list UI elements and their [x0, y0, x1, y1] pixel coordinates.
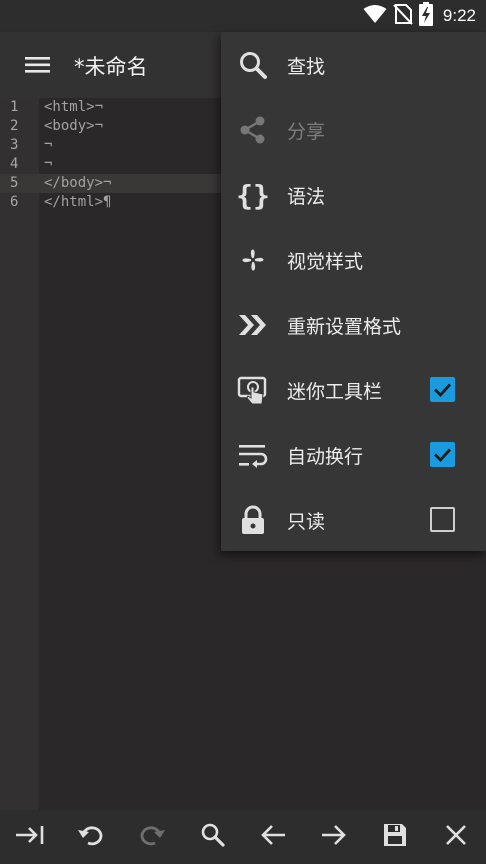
no-sim-icon: [393, 3, 413, 29]
status-time: 9:22: [442, 6, 476, 25]
menu-item-syntax[interactable]: {} 语法: [221, 162, 486, 227]
line-number: 3: [10, 137, 19, 153]
pinwheel-icon: [237, 244, 269, 276]
menu-item-label: 迷你工具栏: [287, 381, 383, 403]
redo-button[interactable]: [122, 810, 183, 864]
status-bar: 9:22: [0, 0, 486, 32]
svg-text:{}: {}: [237, 179, 269, 211]
search-button[interactable]: [182, 810, 243, 864]
share-icon: [237, 114, 269, 146]
arrow-right-icon: [320, 822, 348, 852]
tab-icon: [14, 822, 46, 852]
menu-item-visual-style[interactable]: 视觉样式: [221, 227, 486, 292]
code-text: <body>¬: [44, 118, 104, 134]
search-icon: [200, 822, 226, 852]
code-text: ¬: [44, 137, 53, 153]
menu-item-share: 分享: [221, 97, 486, 162]
wrap-text-icon: [237, 439, 269, 471]
save-button[interactable]: [365, 810, 426, 864]
line-number: 4: [10, 156, 19, 172]
menu-item-label: 自动换行: [287, 446, 364, 468]
line-number: 2: [10, 118, 19, 134]
word-wrap-checkbox[interactable]: [430, 442, 455, 467]
bottom-toolbar: [0, 810, 486, 864]
menu-item-label: 查找: [287, 56, 326, 78]
status-icons: 9:22: [363, 2, 476, 30]
next-button[interactable]: [304, 810, 365, 864]
undo-icon: [76, 822, 106, 852]
menu-item-mini-toolbar[interactable]: 迷你工具栏: [221, 357, 486, 422]
close-button[interactable]: [425, 810, 486, 864]
braces-icon: {}: [236, 179, 270, 212]
menu-item-label: 语法: [287, 186, 326, 208]
line-number: 5: [10, 175, 19, 191]
double-chevron-icon: [237, 309, 269, 341]
search-icon: [237, 49, 269, 81]
lock-icon: [237, 504, 269, 536]
document-title: *未命名: [74, 55, 148, 79]
undo-button[interactable]: [61, 810, 122, 864]
line-number: 6: [10, 194, 19, 210]
menu-item-label: 视觉样式: [287, 251, 364, 273]
overflow-menu: 查找 分享 {} 语法 视觉样式 重新设置格式 迷你工具栏 自动换行 只读: [221, 32, 486, 551]
menu-item-label: 重新设置格式: [287, 316, 402, 338]
code-text: </body>¬: [44, 175, 112, 191]
close-icon: [444, 823, 468, 851]
menu-item-label: 只读: [287, 511, 326, 533]
redo-icon: [137, 822, 167, 852]
menu-item-label: 分享: [287, 121, 326, 143]
tab-button[interactable]: [0, 810, 61, 864]
code-text: <html>¬: [44, 99, 104, 115]
touch-screen-icon: [237, 374, 269, 406]
code-text: </html>¶: [44, 194, 112, 210]
battery-charging-icon: [418, 2, 433, 30]
code-text: ¬: [44, 156, 53, 172]
menu-item-read-only[interactable]: 只读: [221, 487, 486, 552]
hamburger-icon[interactable]: [18, 50, 58, 80]
wifi-icon: [363, 4, 387, 28]
menu-item-reformat[interactable]: 重新设置格式: [221, 292, 486, 357]
menu-item-find[interactable]: 查找: [221, 32, 486, 97]
read-only-checkbox[interactable]: [430, 507, 455, 532]
line-number: 1: [10, 99, 19, 115]
mini-toolbar-checkbox[interactable]: [430, 377, 455, 402]
menu-item-word-wrap[interactable]: 自动换行: [221, 422, 486, 487]
previous-button[interactable]: [243, 810, 304, 864]
save-icon: [382, 822, 408, 852]
arrow-left-icon: [259, 822, 287, 852]
